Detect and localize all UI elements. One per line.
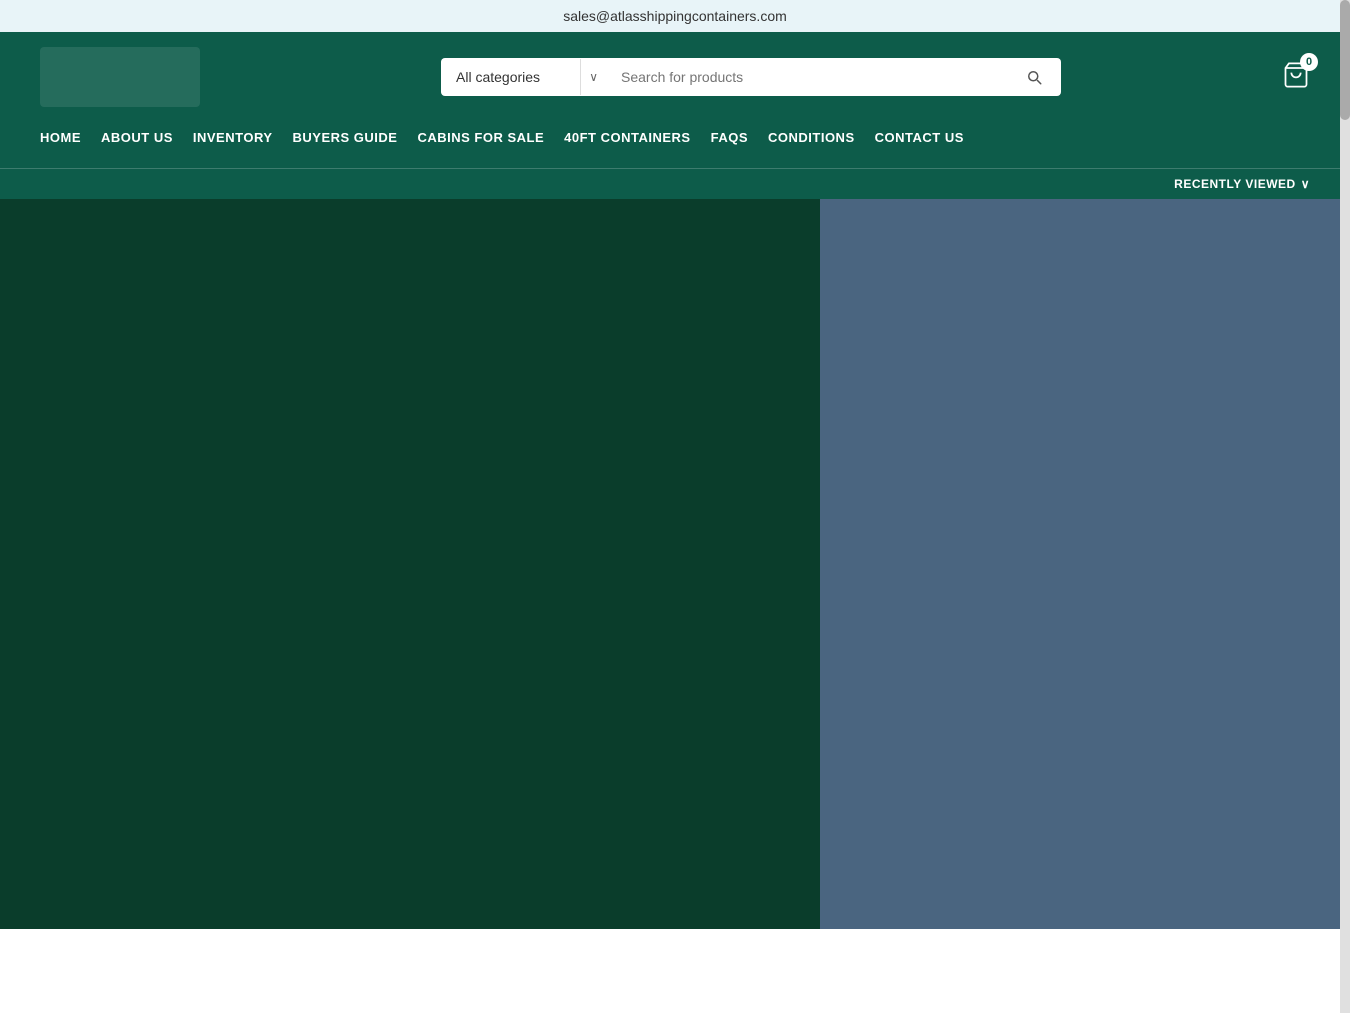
nav-item-cabins[interactable]: CABINS FOR SALE	[417, 122, 564, 153]
category-select-wrapper: All categories	[441, 58, 606, 96]
email-link[interactable]: sales@atlasshippingcontainers.com	[563, 8, 787, 24]
cart-button[interactable]: 0	[1282, 61, 1310, 94]
nav-item-home[interactable]: HOME	[40, 122, 101, 153]
search-icon	[1025, 68, 1043, 86]
logo-image	[40, 47, 200, 107]
recently-viewed-button[interactable]: RECENTLY VIEWED	[1174, 177, 1310, 191]
logo[interactable]	[40, 47, 220, 107]
nav-item-40ft[interactable]: 40FT CONTAINERS	[564, 122, 710, 153]
hero-section	[0, 199, 1350, 929]
header: All categories 0	[0, 32, 1350, 122]
scrollbar[interactable]	[1340, 0, 1350, 1013]
search-bar: All categories	[441, 58, 1061, 96]
scrollbar-thumb[interactable]	[1340, 0, 1350, 120]
recently-viewed-label: RECENTLY VIEWED	[1174, 177, 1296, 191]
header-actions: 0	[1282, 61, 1310, 94]
nav-item-faqs[interactable]: FAQS	[711, 122, 768, 153]
hero-right-panel	[820, 199, 1350, 929]
search-input[interactable]	[606, 58, 1007, 96]
recently-viewed-bar: RECENTLY VIEWED	[0, 168, 1350, 199]
hero-left-panel	[0, 199, 820, 929]
nav-item-contact[interactable]: CONTACT US	[875, 122, 984, 153]
nav-list: HOME ABOUT US INVENTORY BUYERS GUIDE CAB…	[40, 122, 1310, 153]
cart-badge: 0	[1300, 53, 1318, 71]
nav-item-about[interactable]: ABOUT US	[101, 122, 193, 153]
category-select[interactable]: All categories	[441, 59, 581, 95]
search-button[interactable]	[1007, 58, 1061, 96]
nav-item-buyers-guide[interactable]: BUYERS GUIDE	[293, 122, 418, 153]
nav-item-inventory[interactable]: INVENTORY	[193, 122, 293, 153]
top-bar: sales@atlasshippingcontainers.com	[0, 0, 1350, 32]
nav-item-conditions[interactable]: CONDITIONS	[768, 122, 875, 153]
main-nav: HOME ABOUT US INVENTORY BUYERS GUIDE CAB…	[0, 122, 1350, 168]
